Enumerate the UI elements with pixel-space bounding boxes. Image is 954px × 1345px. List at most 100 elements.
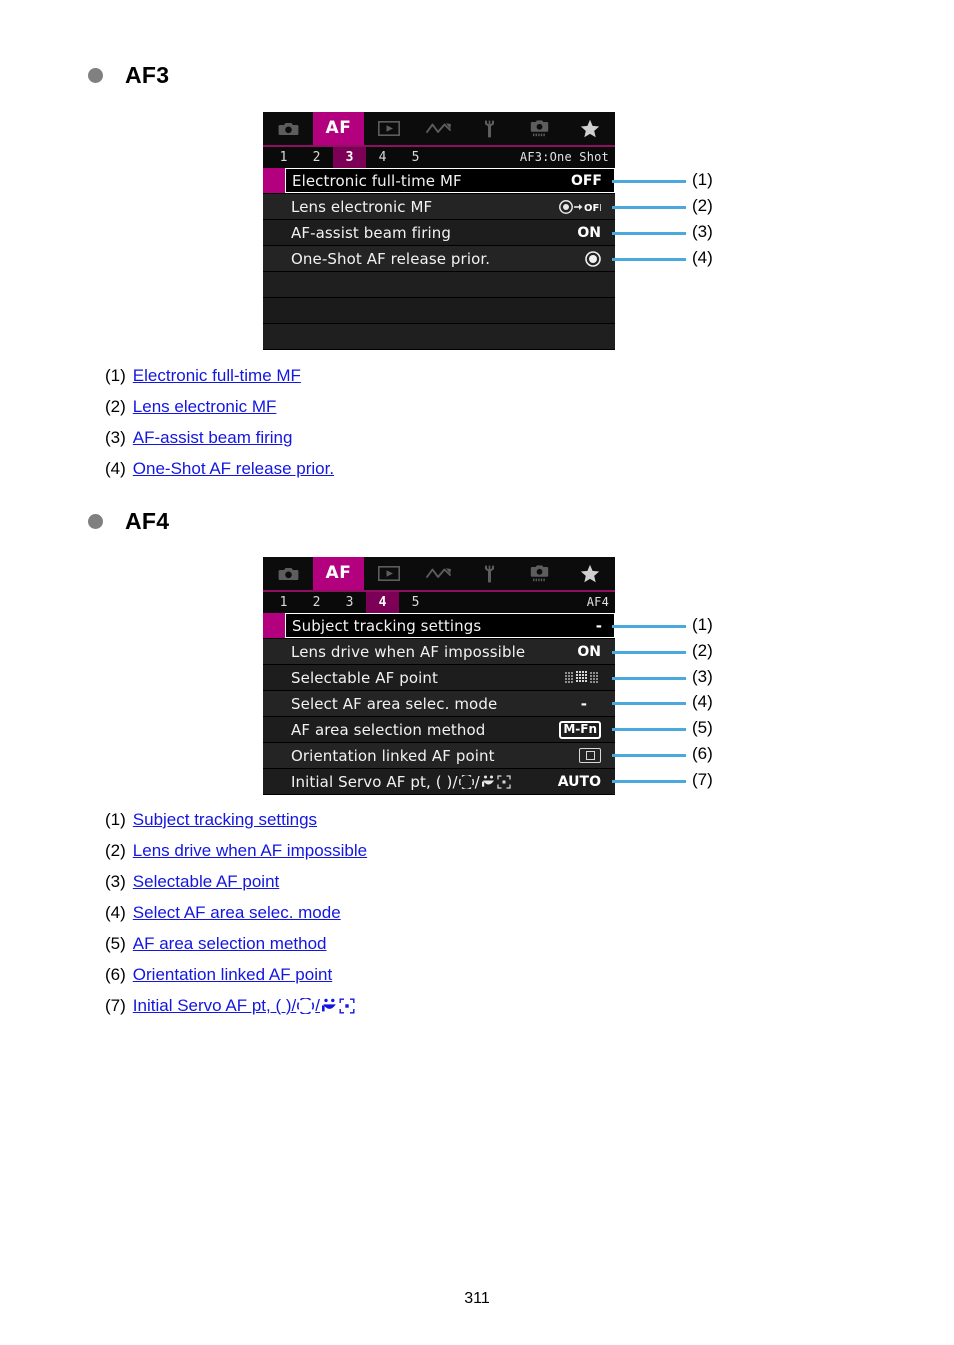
custom-functions-tab[interactable] [514,557,564,590]
menu-row-empty [263,324,615,350]
menu-row[interactable]: Selectable AF point [263,665,615,691]
page-tab-1[interactable]: 1 [267,592,300,613]
my-menu-tab[interactable] [565,557,615,590]
legend-number: (4) [105,459,126,478]
lens-mf-off-icon: OFF [559,199,601,214]
menu-row[interactable]: Subject tracking settings - [263,613,615,639]
menu-row[interactable]: Initial Servo AF pt, ( )/ / AUTO [263,769,615,795]
page-tab-1[interactable]: 1 [267,147,300,168]
legend-number: (2) [105,397,126,416]
menu-row-label-text: Initial Servo AF pt, ( )/ [291,772,458,791]
legend-number: (4) [105,903,126,922]
playback-tab[interactable] [364,557,414,590]
menu-row-value: ON [577,224,601,241]
menu-row[interactable]: Lens drive when AF impossible ON [263,639,615,665]
callout-number: (2) [692,196,713,215]
playback-icon [377,566,400,581]
legend-link[interactable]: Lens drive when AF impossible [133,840,367,861]
menu-row[interactable]: Orientation linked AF point [263,743,615,769]
shooting-tab[interactable] [263,557,313,590]
page-tab-3[interactable]: 3 [333,147,366,168]
menu-row[interactable]: Lens electronic MF OFF [263,194,615,220]
legend-item: (3) Selectable AF point [105,871,367,892]
page-tab-5[interactable]: 5 [399,592,432,613]
menu-row-value: - [580,694,587,713]
section-heading-af3: AF3 [88,62,169,89]
tracking-frame-icon [458,774,474,789]
af-mode-status: AF3:One Shot [519,150,609,164]
legend-link-slash: / [315,996,320,1015]
section-title-af3: AF3 [125,62,170,88]
legend-number: (3) [105,872,126,891]
section-title-af4: AF4 [125,508,170,534]
section-heading-af4: AF4 [88,508,169,535]
focus-priority-icon [585,250,601,267]
menu-row-label: Orientation linked AF point [291,746,495,765]
legend-link[interactable]: Lens electronic MF [133,396,277,417]
legend-link[interactable]: Orientation linked AF point [133,964,332,985]
page-tab-4[interactable]: 4 [366,592,399,613]
af-tab[interactable]: AF [313,557,364,590]
legend-number: (2) [105,841,126,860]
menu-row[interactable]: Select AF area selec. mode - [263,691,615,717]
legend-link[interactable]: Initial Servo AF pt, ( )/ / [133,995,355,1016]
page-tab-5[interactable]: 5 [399,147,432,168]
wireless-icon [426,121,452,136]
menu-row[interactable]: One-Shot AF release prior. [263,246,615,272]
legend-item: (2) Lens electronic MF [105,396,334,417]
legend-list-af3: (1) Electronic full-time MF (2) Lens ele… [105,365,334,489]
menu-row-value: OFF [570,172,602,189]
legend-link-text: Initial Servo AF pt, ( )/ [132,996,297,1015]
callout-number: (6) [692,744,713,763]
legend-item: (3) AF-assist beam firing [105,427,334,448]
page-tab-3[interactable]: 3 [333,592,366,613]
menu-row[interactable]: AF area selection method M-Fn [263,717,615,743]
callout-number: (3) [692,667,713,686]
my-menu-tab[interactable] [565,112,615,145]
selection-marker [263,769,285,794]
callout-line [612,625,686,628]
page-tab-4[interactable]: 4 [366,147,399,168]
orientation-box-icon [579,748,601,763]
wrench-icon [482,565,497,583]
legend-link[interactable]: AF-assist beam firing [133,427,293,448]
custom-functions-tab[interactable] [514,112,564,145]
menu-row-label: Select AF area selec. mode [291,694,498,713]
star-icon [580,564,600,583]
selection-marker [263,298,285,323]
menu-row-label-slash: / [474,772,480,791]
callout-number: (4) [692,248,713,267]
callout-line [612,780,686,783]
setup-tab[interactable] [464,557,514,590]
af-tab[interactable]: AF [313,112,364,145]
selection-marker [263,272,285,297]
setup-tab[interactable] [464,112,514,145]
callout-line [612,677,686,680]
legend-link[interactable]: Selectable AF point [133,871,279,892]
menu-row-empty [263,298,615,324]
network-tab[interactable] [414,112,464,145]
shooting-tab[interactable] [263,112,313,145]
menu-row-list: Electronic full-time MF OFF Lens electro… [263,168,615,350]
legend-number: (1) [105,366,126,385]
page-tab-2[interactable]: 2 [300,592,333,613]
selection-marker [263,665,285,690]
callout-number: (3) [692,222,713,241]
legend-link[interactable]: AF area selection method [133,933,327,954]
network-tab[interactable] [414,557,464,590]
page-tab-2[interactable]: 2 [300,147,333,168]
legend-link[interactable]: Subject tracking settings [133,809,317,830]
legend-link[interactable]: Select AF area selec. mode [133,902,341,923]
playback-tab[interactable] [364,112,414,145]
menu-row-value: M-Fn [531,720,615,739]
menu-row[interactable]: AF-assist beam firing ON [263,220,615,246]
bullet-icon [88,68,103,83]
menu-row[interactable]: Electronic full-time MF OFF [263,168,615,194]
callout-number: (1) [692,170,713,189]
menu-row-value: - [595,616,602,635]
legend-item: (1) Electronic full-time MF [105,365,334,386]
legend-link[interactable]: One-Shot AF release prior. [133,458,334,479]
legend-link[interactable]: Electronic full-time MF [133,365,301,386]
menu-row-label: Initial Servo AF pt, ( )/ / [291,773,511,791]
face-tracking-icon [321,997,338,1014]
